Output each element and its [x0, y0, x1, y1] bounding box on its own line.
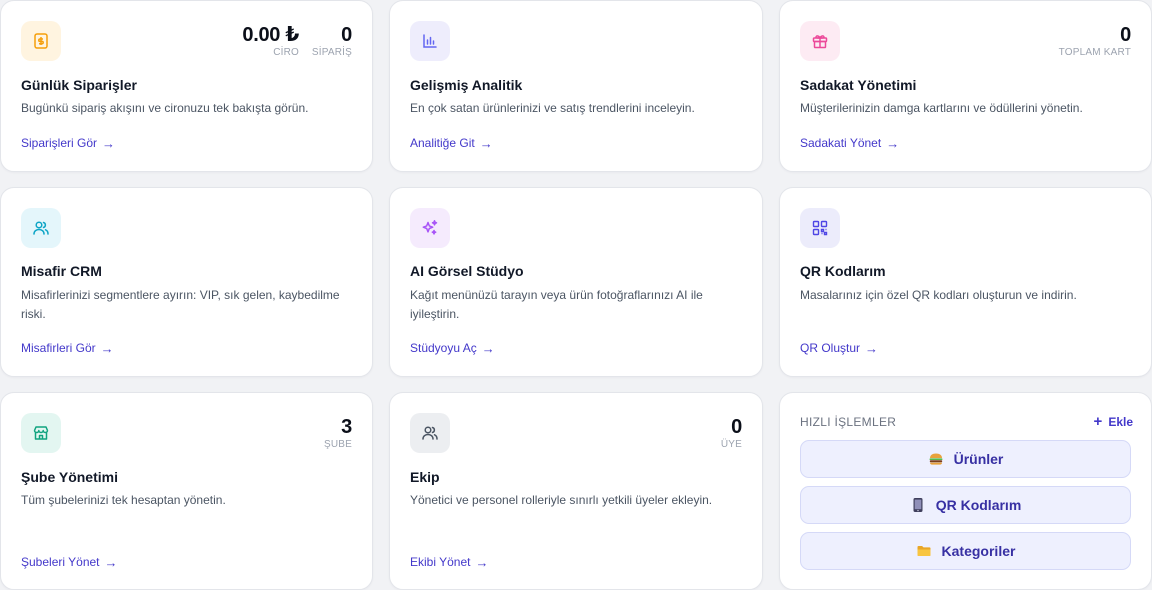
- arrow-right-icon: →: [886, 135, 900, 151]
- member-count-stat: 0 ÜYE: [721, 415, 742, 451]
- view-guests-link[interactable]: Misafirleri Gör →: [21, 341, 114, 355]
- card-title: QR Kodlarım: [800, 263, 886, 279]
- arrow-right-icon: →: [102, 135, 116, 151]
- orders-stat: 0 SİPARİŞ: [312, 23, 352, 59]
- link-label: Sadakati Yönet: [800, 136, 882, 150]
- card-description: Bugünkü sipariş akışını ve cironuzu tek …: [21, 101, 309, 115]
- money-icon: [21, 21, 61, 61]
- manage-branches-link[interactable]: Şubeleri Yönet →: [21, 555, 118, 569]
- ai-studio-card: AI Görsel Stüdyo Kağıt menünüzü tarayın …: [389, 187, 763, 377]
- orders-count-label: SİPARİŞ: [311, 47, 352, 58]
- link-label: Siparişleri Gör: [21, 136, 98, 150]
- link-label: Ekibi Yönet: [410, 555, 471, 569]
- total-cards-stat: 0 TOPLAM KART: [1058, 23, 1132, 59]
- add-label: Ekle: [1108, 414, 1133, 429]
- open-studio-link[interactable]: Stüdyoyu Aç →: [410, 341, 495, 355]
- arrow-right-icon: →: [100, 340, 114, 356]
- total-cards-label: TOPLAM KART: [1058, 47, 1131, 58]
- quick-action-categories-button[interactable]: Kategoriler: [800, 532, 1131, 570]
- link-label: Stüdyoyu Aç: [410, 341, 477, 355]
- branch-count-value: 3: [341, 416, 352, 438]
- quick-actions-header: HIZLI İŞLEMLER: [800, 415, 897, 429]
- card-description: Müşterilerinizin damga kartlarını ve ödü…: [800, 101, 1083, 115]
- revenue-stat: 0.00 ₺ CİRO: [242, 23, 299, 59]
- branch-count-stat: 3 ŞUBE: [324, 415, 352, 451]
- qr-code-icon: [800, 208, 840, 248]
- add-quick-action-button[interactable]: + Ekle: [1094, 414, 1133, 429]
- card-description: Misafirlerinizi segmentlere ayırın: VIP,…: [21, 288, 340, 321]
- member-count-value: 0: [731, 416, 742, 438]
- crm-card: Misafir CRM Misafirlerinizi segmentlere …: [0, 187, 373, 377]
- folder-icon: [917, 546, 931, 556]
- card-title: Sadakat Yönetimi: [800, 77, 917, 93]
- phone-icon: [913, 498, 923, 512]
- member-count-label: ÜYE: [720, 439, 742, 450]
- card-description: Masalarınız için özel QR kodları oluştur…: [800, 288, 1077, 302]
- orders-count-value: 0: [341, 24, 352, 46]
- manage-loyalty-link[interactable]: Sadakati Yönet →: [800, 136, 899, 150]
- card-description: Kağıt menünüzü tarayın veya ürün fotoğra…: [410, 288, 703, 321]
- card-title: Misafir CRM: [21, 263, 102, 279]
- arrow-right-icon: →: [104, 554, 118, 570]
- card-title: Şube Yönetimi: [21, 469, 118, 485]
- team-icon: [410, 413, 450, 453]
- card-title: Gelişmiş Analitik: [410, 77, 523, 93]
- card-title: Günlük Siparişler: [21, 77, 137, 93]
- orders-card: 0.00 ₺ CİRO 0 SİPARİŞ Günlük Siparişler …: [0, 0, 373, 172]
- quick-actions-card: HIZLI İŞLEMLER + Ekle Ürünler QR Kodları…: [779, 392, 1152, 590]
- loyalty-card: 0 TOPLAM KART Sadakat Yönetimi Müşterile…: [779, 0, 1152, 172]
- card-title: Ekip: [410, 469, 440, 485]
- quick-action-qr-button[interactable]: QR Kodlarım: [800, 486, 1131, 524]
- arrow-right-icon: →: [481, 340, 495, 356]
- arrow-right-icon: →: [479, 135, 493, 151]
- qr-card: QR Kodlarım Masalarınız için özel QR kod…: [779, 187, 1152, 377]
- quick-action-label: Kategoriler: [941, 543, 1016, 559]
- arrow-right-icon: →: [865, 340, 879, 356]
- link-label: Şubeleri Yönet: [21, 555, 100, 569]
- branch-card: 3 ŞUBE Şube Yönetimi Tüm şubelerinizi te…: [0, 392, 373, 590]
- analytics-card: Gelişmiş Analitik En çok satan ürünlerin…: [389, 0, 763, 172]
- quick-action-label: QR Kodlarım: [935, 497, 1022, 513]
- quick-action-products-button[interactable]: Ürünler: [800, 440, 1131, 478]
- card-description: Tüm şubelerinizi tek hesaptan yönetin.: [21, 493, 226, 507]
- arrow-right-icon: →: [475, 554, 489, 570]
- store-icon: [21, 413, 61, 453]
- card-description: En çok satan ürünlerinizi ve satış trend…: [410, 101, 695, 115]
- card-description: Yönetici ve personel rolleriyle sınırlı …: [410, 493, 713, 507]
- link-label: QR Oluştur: [800, 341, 861, 355]
- link-label: Analitiğe Git: [410, 136, 475, 150]
- quick-action-label: Ürünler: [953, 451, 1004, 467]
- plus-icon: +: [1093, 413, 1103, 430]
- branch-count-label: ŞUBE: [323, 439, 352, 450]
- team-card: 0 ÜYE Ekip Yönetici ve personel rolleriy…: [389, 392, 763, 590]
- manage-team-link[interactable]: Ekibi Yönet →: [410, 555, 489, 569]
- sparkles-icon: [410, 208, 450, 248]
- total-cards-value: 0: [1120, 24, 1131, 46]
- burger-icon: [929, 453, 943, 465]
- card-title: AI Görsel Stüdyo: [410, 263, 524, 279]
- go-analytics-link[interactable]: Analitiğe Git →: [410, 136, 493, 150]
- revenue-value: 0.00 ₺: [242, 24, 299, 46]
- revenue-label: CİRO: [273, 47, 299, 58]
- bar-chart-icon: [410, 21, 450, 61]
- users-icon: [21, 208, 61, 248]
- view-orders-link[interactable]: Siparişleri Gör →: [21, 136, 115, 150]
- create-qr-link[interactable]: QR Oluştur →: [800, 341, 878, 355]
- link-label: Misafirleri Gör: [21, 341, 96, 355]
- gift-icon: [800, 21, 840, 61]
